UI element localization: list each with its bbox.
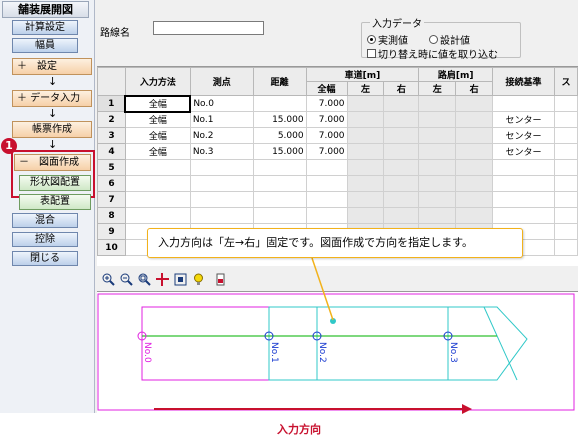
callout-pointer xyxy=(311,257,334,321)
input-direction-arrow-icon xyxy=(154,404,472,414)
input-direction-label: 入力方向 xyxy=(277,423,321,436)
info-callout: 入力方向は「左→右」固定です。図面作成で方向を指定します。 xyxy=(147,228,523,258)
app-window: 舗装展開図 計算設定 幅員 ＋ 設定 ↓ ＋ データ入力 ↓ 帳票作成 ↓ － … xyxy=(0,0,578,413)
